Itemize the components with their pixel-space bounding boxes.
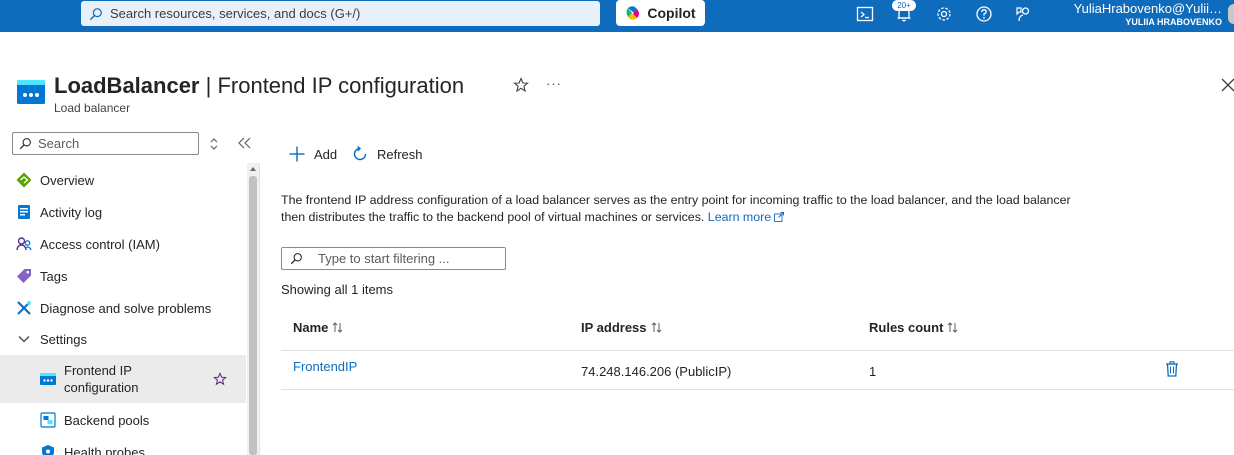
avatar[interactable]	[1228, 4, 1234, 24]
sidebar-item-label: Settings	[40, 331, 87, 347]
sidebar-item-access-control[interactable]: Access control (IAM)	[0, 228, 246, 260]
learn-more-link[interactable]: Learn more	[707, 210, 785, 224]
search-icon	[290, 253, 302, 265]
delete-icon[interactable]	[1165, 361, 1179, 377]
more-actions-button[interactable]: ···	[546, 76, 562, 91]
sidebar-item-tags[interactable]: Tags	[0, 260, 246, 292]
description-text: The frontend IP address configuration of…	[281, 192, 1081, 226]
sidebar-scrollbar-thumb[interactable]	[249, 176, 257, 455]
overview-icon	[16, 172, 32, 188]
learn-more-label: Learn more	[707, 210, 772, 224]
chevron-down-icon	[18, 336, 30, 343]
tag-icon	[17, 269, 31, 283]
refresh-label: Refresh	[377, 146, 423, 162]
activity-log-icon	[18, 205, 30, 219]
search-icon	[89, 7, 102, 20]
favorite-star-icon[interactable]	[513, 77, 529, 93]
frontend-ip-name-link[interactable]: FrontendIP	[293, 359, 357, 374]
column-header-ip-address[interactable]: IP address	[581, 320, 662, 335]
table-header-divider	[281, 350, 1234, 351]
column-header-label: IP address	[581, 320, 647, 335]
sidebar-item-label: Tags	[40, 268, 68, 284]
column-header-name[interactable]: Name	[293, 320, 343, 335]
health-probes-icon	[42, 445, 54, 455]
favorite-star-icon[interactable]	[213, 372, 227, 386]
blade-title: Frontend IP configuration	[217, 73, 465, 98]
page-title: LoadBalancer | Frontend IP configuration	[54, 72, 464, 100]
search-icon	[19, 138, 31, 150]
sidebar-item-label: Health probes	[64, 444, 145, 455]
sort-icon	[948, 322, 958, 333]
copilot-label: Copilot	[647, 5, 696, 21]
sidebar-item-label: Frontend IP configuration	[64, 362, 138, 396]
diagnose-icon	[17, 301, 31, 315]
sidebar-item-label: Overview	[40, 172, 95, 188]
sidebar-item-backend-pools[interactable]: Backend pools	[0, 404, 246, 436]
copilot-icon	[626, 6, 640, 20]
sidebar-item-activity-log[interactable]: Activity log	[0, 196, 246, 228]
cloud-shell-icon	[856, 6, 874, 22]
refresh-button[interactable]: Refresh	[351, 144, 423, 164]
sidebar-search-input[interactable]: Search	[12, 132, 199, 155]
frontend-ip-icon	[40, 373, 56, 385]
column-header-rules-count[interactable]: Rules count	[869, 320, 958, 335]
filter-placeholder: Type to start filtering ...	[318, 251, 450, 266]
title-separator: |	[199, 73, 218, 98]
sidebar-item-label: Diagnose and solve problems	[40, 300, 212, 316]
backend-pools-icon	[40, 412, 56, 428]
external-link-icon	[774, 212, 785, 222]
close-icon[interactable]	[1220, 77, 1234, 93]
item-count: Showing all 1 items	[281, 282, 393, 297]
filter-input[interactable]: Type to start filtering ...	[281, 247, 506, 270]
scroll-up-icon[interactable]	[250, 167, 256, 171]
sidebar-item-label-line2: configuration	[64, 380, 139, 395]
help-button[interactable]	[973, 4, 995, 24]
settings-icon	[937, 7, 951, 21]
sort-icon	[333, 322, 343, 333]
sidebar-item-overview[interactable]: Overview	[0, 164, 246, 196]
add-icon	[289, 146, 305, 162]
copilot-button[interactable]: Copilot	[616, 0, 705, 26]
notification-badge: 20+	[892, 0, 916, 11]
sidebar-item-health-probes[interactable]: Health probes	[0, 436, 246, 455]
description-body: The frontend IP address configuration of…	[281, 193, 1071, 224]
sidebar-search-placeholder: Search	[38, 136, 80, 151]
sort-icon	[651, 322, 661, 333]
column-header-label: Name	[293, 320, 329, 335]
add-label: Add	[314, 146, 338, 162]
feedback-button[interactable]	[1013, 4, 1035, 24]
sidebar-divider	[259, 163, 260, 455]
sidebar-item-label-line1: Frontend IP	[64, 363, 132, 378]
collapse-sidebar-icon[interactable]	[238, 137, 252, 149]
help-icon	[976, 6, 992, 22]
iam-icon	[16, 237, 32, 251]
sidebar-item-label: Activity log	[40, 204, 103, 220]
resource-name: LoadBalancer	[54, 73, 200, 98]
feedback-icon	[1016, 7, 1030, 22]
global-search-placeholder: Search resources, services, and docs (G+…	[110, 6, 361, 21]
rules-count-cell: 1	[869, 364, 877, 379]
refresh-icon	[353, 145, 367, 161]
table-row-divider	[281, 389, 1234, 390]
sidebar-item-label: Access control (IAM)	[40, 236, 160, 252]
column-header-label: Rules count	[869, 320, 944, 335]
user-tenant: YULIIA HRABOVENKO	[1125, 17, 1222, 27]
account-menu[interactable]: YuliaHrabovenko@Yulii… YULIIA HRABOVENKO	[1074, 0, 1222, 28]
sidebar-item-settings-group[interactable]: Settings	[0, 323, 246, 355]
settings-button[interactable]	[933, 4, 955, 24]
resource-type: Load balancer	[54, 101, 131, 115]
user-name: YuliaHrabovenko@Yulii…	[1073, 1, 1222, 16]
sidebar-item-label: Backend pools	[64, 412, 150, 428]
cloud-shell-button[interactable]	[854, 4, 876, 24]
global-search-input[interactable]: Search resources, services, and docs (G+…	[81, 1, 600, 26]
ip-address-cell: 74.248.146.206 (PublicIP)	[581, 364, 732, 379]
add-button[interactable]: Add	[288, 144, 337, 164]
load-balancer-icon	[17, 80, 45, 104]
sidebar-item-frontend-ip-configuration[interactable]: Frontend IP configuration	[0, 355, 246, 403]
sidebar-item-diagnose[interactable]: Diagnose and solve problems	[0, 292, 246, 324]
sort-icon[interactable]	[209, 137, 219, 151]
top-bar: Search resources, services, and docs (G+…	[0, 0, 1234, 32]
